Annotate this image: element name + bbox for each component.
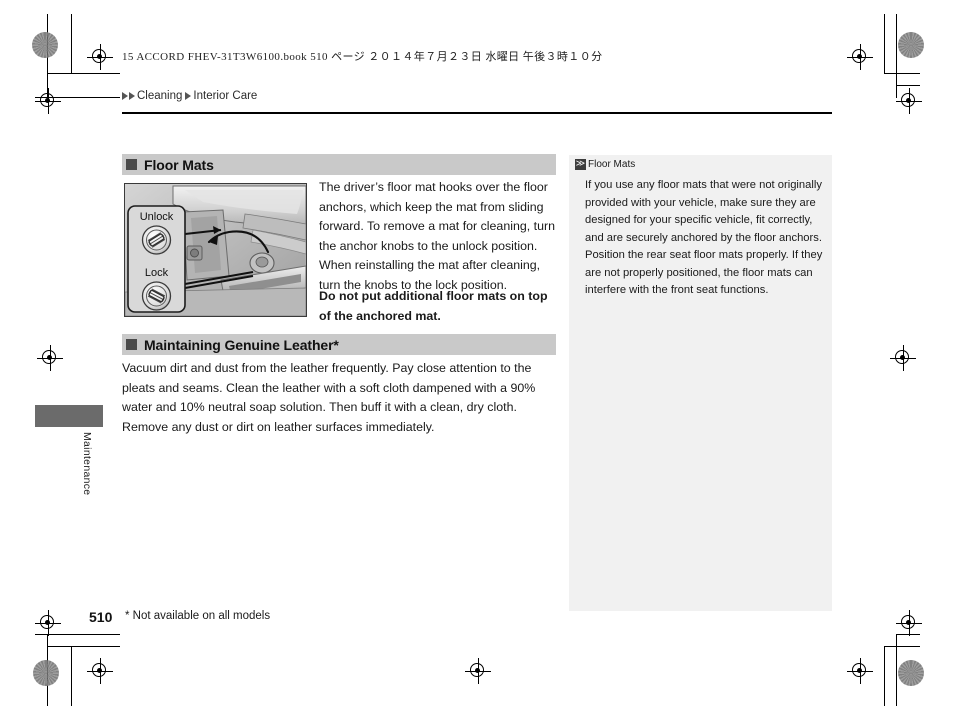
section-header-floor-mats: Floor Mats [122, 154, 556, 175]
registration-target [35, 88, 61, 114]
registration-target [87, 658, 113, 684]
registration-target [847, 44, 873, 70]
crop-mark-line [71, 14, 72, 74]
side-note-title: Floor Mats [588, 159, 636, 170]
registration-target [890, 345, 916, 371]
side-note-panel: ≫ Floor Mats If you use any floor mats t… [569, 155, 832, 611]
registration-target [847, 658, 873, 684]
svg-text:Lock: Lock [145, 267, 169, 279]
registration-blob [33, 660, 59, 686]
double-chevron-icon: ≫ [575, 159, 586, 170]
floor-mats-paragraph: The driver’s floor mat hooks over the fl… [319, 180, 555, 292]
floor-mat-anchor-illustration: Unlock Lock [124, 183, 307, 317]
crop-mark-line [47, 646, 120, 647]
filled-square-icon [126, 159, 137, 170]
crop-mark-line [884, 14, 885, 74]
crop-mark-line [884, 646, 920, 647]
section-title: Maintaining Genuine Leather* [144, 336, 339, 353]
side-note-header: ≫ Floor Mats [575, 159, 635, 170]
crop-mark-line [47, 73, 120, 74]
side-tab-label-maintenance: Maintenance [81, 432, 93, 496]
triangle-right-icon [122, 92, 128, 100]
print-header-meta: 15 ACCORD FHEV-31T3W6100.book 510 ページ ２０… [122, 51, 603, 63]
filled-square-icon [126, 339, 137, 350]
triangle-right-icon [129, 92, 135, 100]
breadcrumb-item-cleaning: Cleaning [137, 90, 183, 102]
svg-text:Unlock: Unlock [140, 211, 174, 223]
registration-blob [898, 32, 924, 58]
registration-target [87, 44, 113, 70]
registration-target [35, 610, 61, 636]
registration-target [896, 610, 922, 636]
registration-target [37, 345, 63, 371]
floor-mats-warning-text: Do not put additional floor mats on top … [319, 289, 548, 323]
crop-mark-line [896, 634, 897, 706]
breadcrumb-item-interior-care: Interior Care [193, 90, 258, 102]
section-title: Floor Mats [144, 156, 214, 173]
side-tab-marker [35, 405, 103, 427]
side-note-body: If you use any floor mats that were not … [585, 177, 823, 300]
header-divider [122, 112, 832, 114]
crop-mark-line [884, 73, 920, 74]
triangle-right-icon [185, 92, 192, 100]
section-header-maintaining-genuine-leather: Maintaining Genuine Leather* [122, 334, 556, 355]
registration-blob [898, 660, 924, 686]
crop-mark-line [71, 646, 72, 706]
crop-mark-line [896, 85, 920, 86]
registration-blob [32, 32, 58, 58]
side-note-paragraph-2: Position the rear seat floor mats proper… [585, 249, 823, 296]
side-note-paragraph-1: If you use any floor mats that were not … [585, 179, 822, 244]
breadcrumb: Cleaning Interior Care [122, 90, 258, 102]
footnote-text: * Not available on all models [125, 610, 271, 622]
registration-target [465, 658, 491, 684]
crop-mark-line [884, 646, 885, 706]
registration-target [896, 88, 922, 114]
leather-paragraph: Vacuum dirt and dust from the leather fr… [122, 361, 536, 434]
page-number: 510 [89, 609, 113, 625]
